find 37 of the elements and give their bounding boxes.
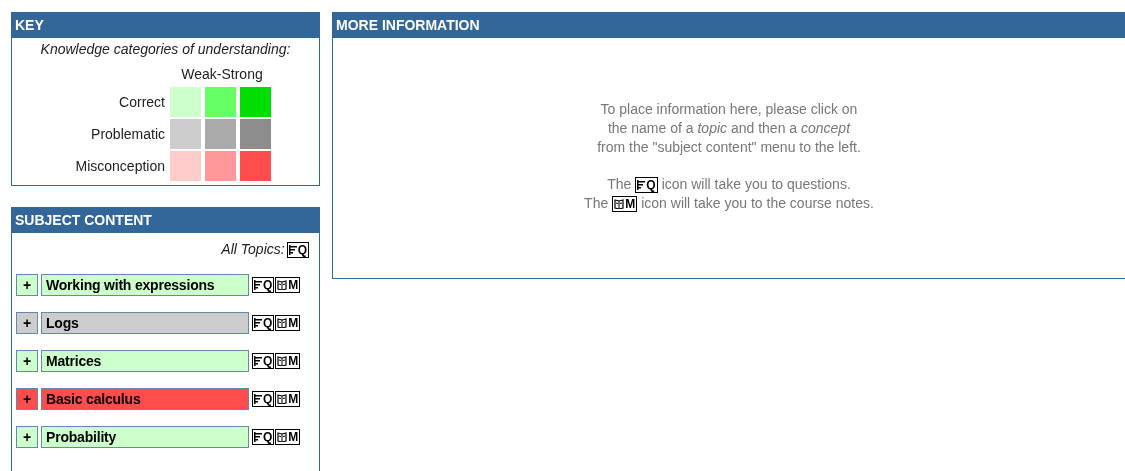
questions-icon[interactable]: Q [252, 353, 275, 369]
topic-button[interactable]: Matrices [41, 350, 249, 372]
all-topics-label: All Topics: [221, 240, 285, 259]
category-label: Misconception [75, 156, 165, 176]
expand-button[interactable]: + [16, 426, 38, 448]
topic-button[interactable]: Basic calculus [41, 388, 249, 410]
questions-icon[interactable]: Q [252, 429, 275, 445]
questions-icon[interactable]: Q [252, 277, 275, 293]
expand-button[interactable]: + [16, 350, 38, 372]
panel-header: KEY [12, 13, 319, 38]
notes-icon[interactable]: M [612, 195, 638, 212]
instructions-text: To place information here, please click on the name of a topic and then a concept from the "subject content" menu to the left. [597, 100, 861, 157]
questions-icon[interactable]: Q [252, 315, 275, 331]
category-label: Correct [119, 92, 165, 112]
expand-button[interactable]: + [16, 388, 38, 410]
legend-text: icon will take you to the course notes. [641, 194, 874, 213]
notes-icon[interactable]: M [275, 277, 301, 293]
legend-text: The [607, 175, 632, 194]
questions-icon[interactable]: Q [286, 241, 309, 258]
panel-header: MORE INFORMATION [333, 13, 1125, 38]
key-caption: Knowledge categories of understanding: [39, 40, 292, 59]
notes-icon[interactable]: M [275, 353, 301, 369]
expand-button[interactable]: + [16, 312, 38, 334]
notes-icon[interactable]: M [275, 429, 301, 445]
notes-icon[interactable]: M [275, 315, 301, 331]
legend-text: The [584, 194, 609, 213]
topic-button[interactable]: Probability [41, 426, 249, 448]
notes-icon[interactable]: M [275, 391, 301, 407]
expand-button[interactable]: + [16, 274, 38, 296]
topic-button[interactable]: Working with expressions [41, 274, 249, 296]
topic-button[interactable]: Logs [41, 312, 249, 334]
legend-text: icon will take you to questions. [661, 175, 851, 194]
scale-label: Weak-Strong [180, 65, 264, 84]
questions-icon[interactable]: Q [635, 176, 658, 193]
panel-header: SUBJECT CONTENT [12, 208, 319, 233]
category-label: Problematic [91, 124, 165, 144]
questions-icon[interactable]: Q [252, 391, 275, 407]
